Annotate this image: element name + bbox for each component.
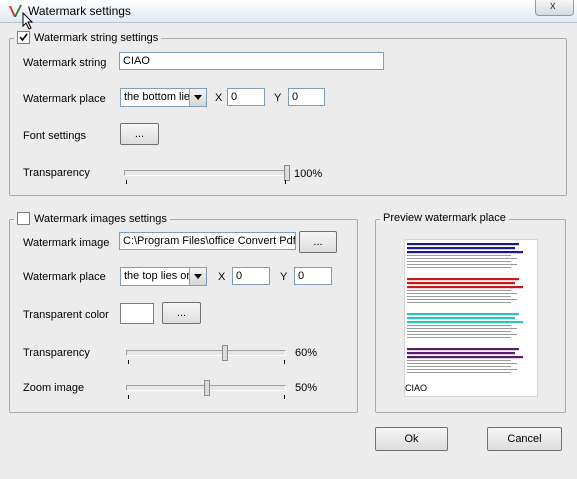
font-settings-button[interactable]: ... — [120, 123, 159, 145]
cancel-button[interactable]: Cancel — [487, 427, 562, 451]
transparency-label: Transparency — [23, 167, 90, 179]
image-transparency-value: 60% — [295, 347, 318, 359]
zoom-image-value: 50% — [295, 382, 318, 394]
watermark-string-input[interactable]: CIAO — [119, 52, 384, 70]
watermark-place-select[interactable]: the bottom lie — [120, 88, 207, 107]
image-x-label: X — [218, 271, 226, 283]
preview-page: CIAO — [404, 239, 538, 397]
slider-tick — [284, 360, 285, 364]
close-icon: x — [550, 0, 556, 12]
transparent-color-swatch[interactable] — [120, 303, 154, 324]
preview-text-line — [407, 261, 511, 262]
title-bar: Watermark settings x — [0, 0, 577, 30]
zoom-image-slider[interactable] — [126, 380, 286, 399]
preview-text-line — [407, 302, 511, 303]
preview-text-line — [407, 258, 517, 259]
preview-text-line — [407, 328, 517, 329]
slider-thumb[interactable] — [284, 165, 290, 181]
image-transparency-label: Transparency — [23, 347, 90, 359]
slider-thumb[interactable] — [204, 380, 210, 396]
window-title: Watermark settings — [28, 4, 131, 18]
x-input[interactable]: 0 — [227, 88, 265, 106]
preview-heading-bar — [407, 348, 519, 351]
watermark-string-label: Watermark string — [23, 57, 107, 69]
transparency-slider[interactable] — [124, 165, 290, 184]
preview-heading-bar — [407, 313, 519, 316]
image-settings-title: Watermark images settings — [34, 212, 167, 225]
image-x-input[interactable]: 0 — [232, 267, 270, 285]
close-button[interactable]: x — [535, 0, 574, 16]
chevron-down-icon[interactable] — [189, 268, 206, 285]
preview-text-line — [407, 337, 511, 338]
transparent-color-label: Transparent color — [23, 309, 109, 321]
slider-tick — [128, 395, 129, 399]
preview-heading-bar — [407, 282, 515, 285]
zoom-image-label: Zoom image — [23, 382, 85, 394]
transparency-value: 100% — [294, 168, 323, 180]
preview-text-line — [407, 299, 517, 300]
string-settings-checkbox[interactable] — [17, 31, 30, 44]
preview-text-line — [407, 372, 511, 373]
preview-heading-bar — [407, 243, 519, 246]
preview-text-line — [407, 363, 517, 364]
y-label: Y — [274, 92, 282, 104]
watermark-place-value: the bottom lie — [124, 91, 191, 103]
preview-text-line — [407, 334, 517, 335]
image-transparency-slider[interactable] — [126, 345, 286, 364]
y-input[interactable]: 0 — [288, 88, 325, 106]
slider-tick — [284, 395, 285, 399]
slider-thumb[interactable] — [222, 345, 228, 361]
image-settings-checkbox[interactable] — [17, 212, 30, 225]
preview-text-line — [407, 296, 511, 297]
image-place-select[interactable]: the top lies or — [120, 267, 207, 286]
watermark-image-label: Watermark image — [23, 237, 110, 249]
preview-heading-bar — [407, 317, 515, 320]
preview-text-line — [407, 331, 511, 332]
preview-text-line — [407, 325, 511, 326]
preview-heading-bar — [407, 247, 515, 250]
preview-watermark-text: CIAO — [405, 383, 428, 393]
mouse-cursor-icon — [22, 12, 34, 30]
chevron-down-icon[interactable] — [189, 89, 206, 106]
preview-text-line — [407, 255, 511, 256]
font-settings-label: Font settings — [23, 130, 86, 142]
string-settings-legend: Watermark string settings — [14, 31, 162, 44]
slider-track — [124, 170, 288, 176]
document-preview-icon — [407, 243, 523, 373]
browse-image-button[interactable]: ... — [299, 231, 337, 253]
preview-legend: Preview watermark place — [380, 212, 509, 224]
ok-button[interactable]: Ok — [375, 427, 448, 451]
preview-heading-bar — [407, 278, 519, 281]
image-place-label: Watermark place — [23, 271, 106, 283]
checkmark-icon — [19, 33, 28, 42]
preview-text-line — [407, 267, 511, 268]
choose-color-button[interactable]: ... — [162, 302, 201, 324]
image-y-input[interactable]: 0 — [294, 267, 332, 285]
preview-text-line — [407, 360, 511, 361]
preview-text-line — [407, 264, 517, 265]
preview-text-line — [407, 290, 511, 291]
preview-text-line — [407, 293, 517, 294]
preview-heading-bar — [407, 352, 515, 355]
watermark-place-label: Watermark place — [23, 93, 106, 105]
slider-tick — [126, 180, 127, 184]
preview-text-line — [407, 366, 511, 367]
image-settings-legend: Watermark images settings — [14, 212, 170, 225]
slider-track — [126, 350, 286, 356]
x-label: X — [215, 92, 223, 104]
preview-heading-bar — [407, 356, 523, 359]
app-icon — [9, 5, 22, 17]
preview-heading-bar — [407, 321, 523, 324]
preview-text-line — [407, 369, 517, 370]
preview-heading-bar — [407, 251, 523, 254]
watermark-image-input[interactable]: C:\Program Files\office Convert Pdf — [119, 232, 296, 250]
image-place-value: the top lies or — [124, 270, 191, 282]
preview-title: Preview watermark place — [383, 212, 506, 224]
slider-tick — [285, 180, 286, 184]
slider-tick — [128, 360, 129, 364]
image-y-label: Y — [280, 271, 288, 283]
preview-heading-bar — [407, 286, 523, 289]
string-settings-title: Watermark string settings — [34, 31, 159, 44]
